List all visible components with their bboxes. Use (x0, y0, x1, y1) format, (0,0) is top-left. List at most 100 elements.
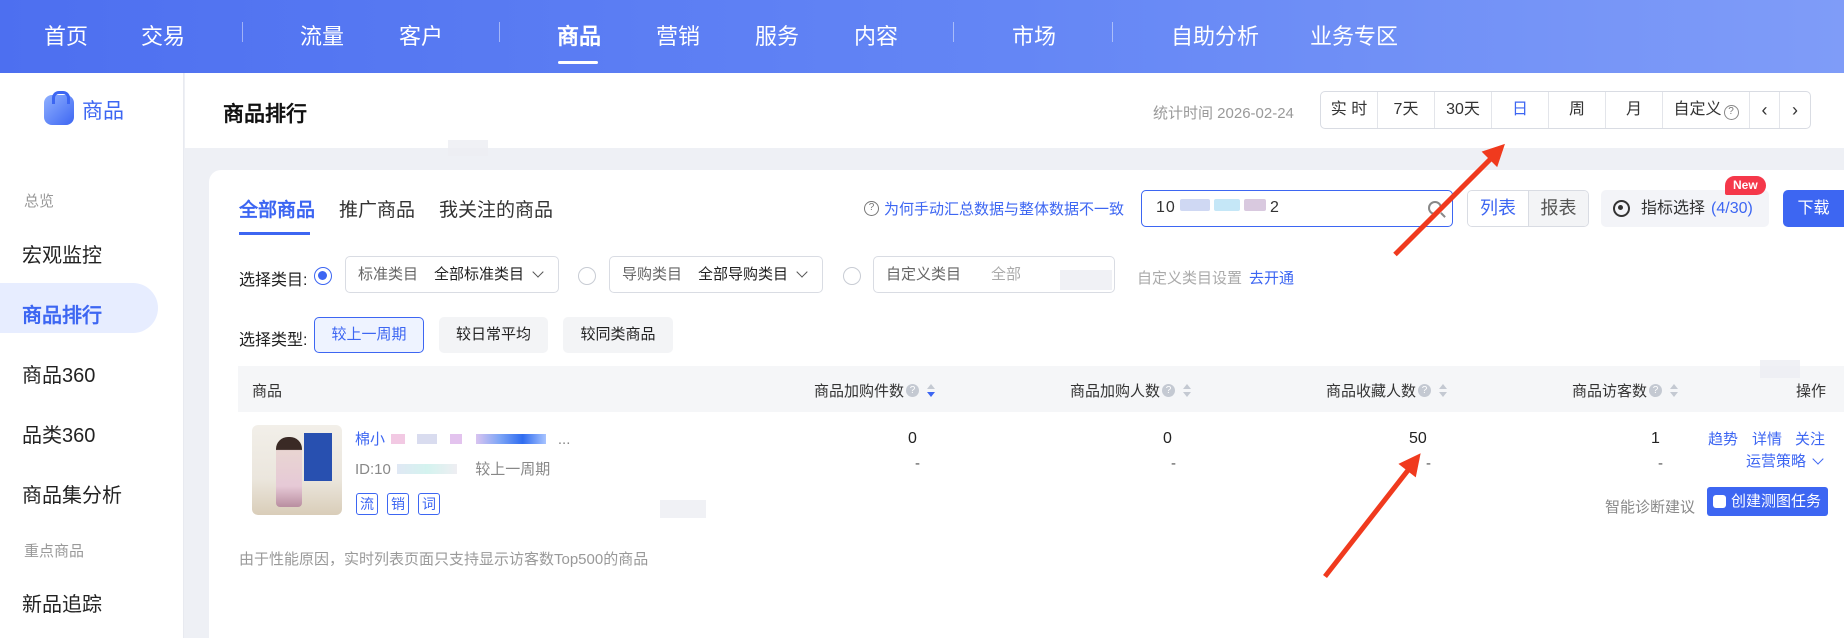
data-inconsistency-help-link[interactable]: ? 为何手动汇总数据与整体数据不一致 (864, 198, 1124, 219)
thumbnail-model-figure (276, 437, 302, 507)
period-30d[interactable]: 30天 (1435, 92, 1492, 128)
sidebar-item-product-ranking[interactable]: 商品排行 (22, 299, 102, 328)
standard-category-key: 标准类目 (358, 266, 419, 283)
sidebar-item-new-product-tracking[interactable]: 新品追踪 (22, 588, 102, 617)
period-week[interactable]: 周 (1549, 92, 1606, 128)
type-chip-similar-products[interactable]: 较同类商品 (563, 317, 673, 353)
view-report-button[interactable]: 报表 (1528, 191, 1588, 226)
prev-period-chevron-left-icon[interactable]: ‹ (1750, 92, 1780, 128)
sort-icon[interactable] (1439, 383, 1448, 398)
new-badge: New (1725, 176, 1766, 195)
download-button[interactable]: 下载 (1783, 190, 1844, 227)
watermark (660, 500, 706, 518)
nav-business-zone[interactable]: 业务专区 (1310, 19, 1398, 51)
period-custom-label: 自定义 (1673, 101, 1722, 118)
custom-category-radio[interactable] (843, 267, 861, 285)
period-realtime[interactable]: 实 时 (1321, 92, 1378, 128)
nav-traffic[interactable]: 流量 (300, 19, 344, 51)
nav-marketing[interactable]: 营销 (656, 19, 700, 51)
view-list-button[interactable]: 列表 (1468, 191, 1528, 226)
type-chip-daily-average[interactable]: 较日常平均 (439, 317, 548, 353)
product-search-input[interactable]: 10 2 (1141, 190, 1453, 227)
product-thumbnail[interactable] (252, 425, 342, 515)
nav-active-indicator (558, 61, 598, 64)
nav-product[interactable]: 商品 (557, 19, 601, 51)
product-name-link[interactable]: 棉小 ... (355, 428, 570, 449)
tab-all-products[interactable]: 全部商品 (239, 195, 315, 222)
thumbnail-background-panel (304, 433, 332, 481)
sort-icon[interactable] (927, 383, 936, 398)
product-id: ID:10 较上一周期 (355, 458, 550, 479)
chevron-down-icon (532, 266, 544, 278)
smart-diagnosis-label: 智能诊断建议 (1605, 499, 1696, 516)
column-header-cart-items-label: 商品加购件数 (814, 383, 905, 400)
compare-period-label: 较上一周期 (475, 461, 551, 478)
open-custom-category-link[interactable]: 去开通 (1249, 267, 1294, 288)
sales-tag[interactable]: 销 (387, 493, 409, 515)
chevron-down-icon (796, 266, 808, 278)
period-custom[interactable]: 自定义? (1663, 92, 1750, 128)
nav-self-analysis[interactable]: 自助分析 (1171, 19, 1259, 51)
period-7d[interactable]: 7天 (1378, 92, 1435, 128)
redacted-text (1214, 199, 1240, 211)
nav-home[interactable]: 首页 (44, 19, 88, 51)
detail-link[interactable]: 详情 (1752, 428, 1782, 449)
tab-promoted-products[interactable]: 推广商品 (339, 195, 415, 222)
metric-count: (4/30) (1711, 200, 1753, 217)
metric-select-label: 指标选择 (1641, 200, 1706, 217)
sidebar-item-category-360[interactable]: 品类360 (22, 419, 95, 448)
type-filter-label: 选择类型: (239, 332, 308, 349)
operation-strategy-label: 运营策略 (1746, 453, 1807, 470)
cart-users-value: 0 (1163, 430, 1172, 447)
column-header-favorites[interactable]: 商品收藏人数? (1326, 380, 1448, 401)
nav-customer[interactable]: 客户 (399, 19, 443, 51)
create-image-test-task-button[interactable]: 创建测图任务 (1707, 487, 1828, 516)
nav-market[interactable]: 市场 (1012, 19, 1056, 51)
follow-link[interactable]: 关注 (1795, 428, 1825, 449)
redacted-text (475, 434, 546, 444)
period-selector: 实 时 7天 30天 日 周 月 自定义? ‹ › (1320, 91, 1811, 129)
stat-time: 统计时间 2026-02-24 (1153, 105, 1294, 122)
search-value-suffix: 2 (1270, 199, 1280, 216)
type-chip-previous-period[interactable]: 较上一周期 (314, 317, 424, 353)
table-header: 商品 商品加购件数? 商品加购人数? 商品收藏人数? 商品访客数? 操作 (238, 366, 1844, 412)
sort-icon[interactable] (1670, 383, 1679, 398)
guide-category-key: 导购类目 (622, 266, 683, 283)
operation-strategy-dropdown[interactable]: 运营策略 (1746, 450, 1824, 471)
redacted-text (417, 434, 438, 444)
standard-category-select[interactable]: 标准类目 全部标准类目 (345, 256, 559, 293)
metric-select-button[interactable]: 指标选择 (4/30) (1601, 190, 1769, 227)
guide-category-select[interactable]: 导购类目 全部导购类目 (609, 256, 823, 293)
period-day[interactable]: 日 (1492, 92, 1549, 128)
next-period-chevron-right-icon[interactable]: › (1780, 92, 1810, 128)
sidebar-item-product-set-analysis[interactable]: 商品集分析 (22, 479, 122, 508)
cart-items-change: - (915, 455, 920, 472)
redacted-text (1244, 199, 1266, 211)
page-title: 商品排行 (223, 103, 307, 126)
column-header-cart-items[interactable]: 商品加购件数? (814, 380, 936, 401)
trend-link[interactable]: 趋势 (1708, 428, 1738, 449)
cart-users-change: - (1171, 455, 1176, 472)
category-filter-label: 选择类目: (239, 272, 308, 289)
column-header-product-label: 商品 (252, 383, 283, 400)
watermark (1760, 360, 1800, 378)
column-header-visitors-label: 商品访客数 (1572, 383, 1648, 400)
view-toggle: 列表 报表 (1467, 190, 1589, 227)
shopping-bag-icon (44, 91, 74, 125)
sidebar-brand-label: 商品 (82, 100, 124, 123)
sidebar-item-macro-monitor[interactable]: 宏观监控 (22, 239, 102, 268)
column-header-visitors[interactable]: 商品访客数? (1572, 380, 1679, 401)
sort-icon[interactable] (1183, 383, 1192, 398)
nav-service[interactable]: 服务 (755, 19, 799, 51)
standard-category-radio[interactable] (314, 267, 332, 285)
keyword-tag[interactable]: 词 (418, 493, 440, 515)
traffic-tag[interactable]: 流 (356, 493, 378, 515)
nav-trade[interactable]: 交易 (141, 19, 185, 51)
period-month[interactable]: 月 (1606, 92, 1663, 128)
guide-category-radio[interactable] (578, 267, 596, 285)
tab-followed-products[interactable]: 我关注的商品 (439, 195, 553, 222)
nav-content[interactable]: 内容 (854, 19, 898, 51)
sidebar-item-product-360[interactable]: 商品360 (22, 359, 95, 388)
sidebar-brand[interactable]: 商品 (44, 91, 124, 125)
column-header-cart-users[interactable]: 商品加购人数? (1070, 380, 1192, 401)
